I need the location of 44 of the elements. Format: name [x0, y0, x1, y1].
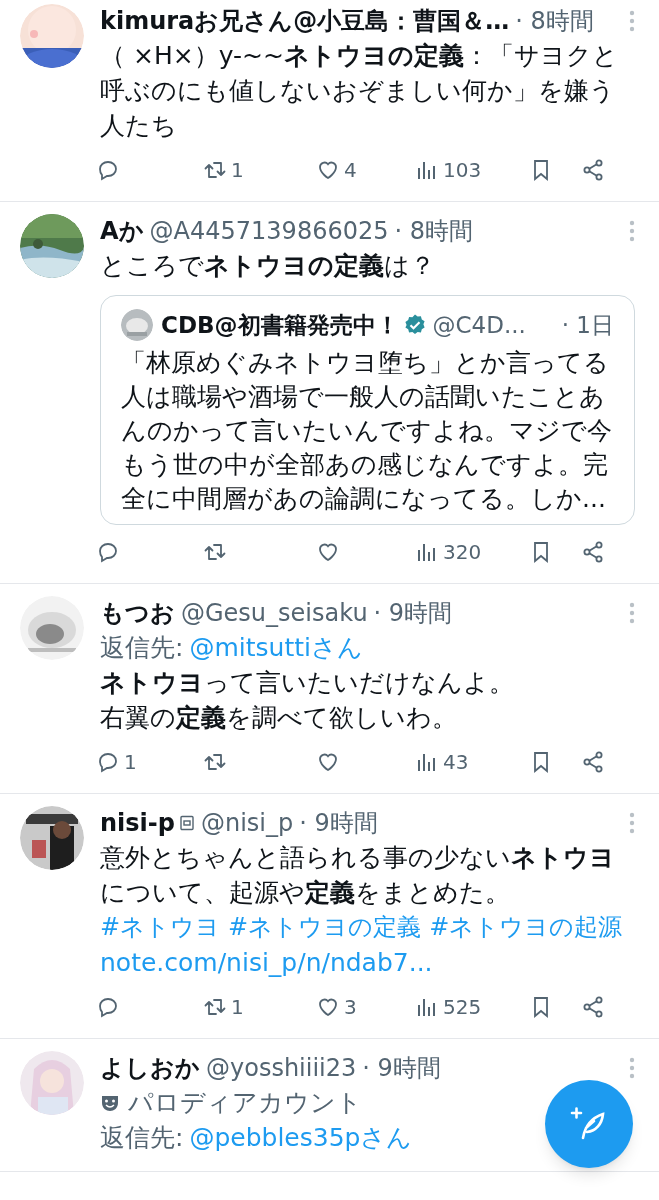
display-name: kimuraお兄さん@小豆島：曹国＆… — [100, 6, 510, 37]
like-button[interactable]: 4 — [316, 155, 415, 185]
display-name: Aか — [100, 216, 144, 247]
parody-label: パロディアカウント — [128, 1087, 362, 1119]
display-name: よしおか — [100, 1053, 200, 1084]
post-time: · 9時間 — [373, 598, 453, 629]
display-name: もつお — [100, 598, 175, 629]
retweet-button[interactable]: 1 — [203, 992, 316, 1022]
reply-icon — [96, 995, 120, 1019]
post-time: · 1日 — [561, 311, 614, 340]
like-button[interactable]: 3 — [316, 992, 415, 1022]
user-handle: @C4D... — [432, 311, 526, 340]
reply-icon — [96, 750, 120, 774]
reply-label: 返信先: — [100, 1123, 184, 1152]
share-icon[interactable] — [581, 540, 605, 564]
views-button[interactable]: 43 — [415, 747, 529, 777]
retweet-button[interactable]: 1 — [203, 155, 316, 185]
share-icon[interactable] — [581, 158, 605, 182]
post-time: · 8時間 — [394, 216, 474, 247]
reply-icon — [96, 540, 120, 564]
quoted-post-card[interactable]: CDB@初書籍発売中！ @C4D... · 1日 「林原めぐみネトウヨ堕ち」とか言ってる人は職場や酒場で一般人の話聞いたことあんのかって言いたいんですよね。マジで今もう世の中が全部あの感じなんですよ。完全に中間層があの論調になってる。しか... — [100, 295, 635, 525]
user-handle: @yosshiiii23 — [206, 1053, 357, 1084]
user-handle: @A4457139866025 — [149, 216, 389, 247]
reply-button[interactable]: 1 — [96, 747, 203, 777]
post-text: 右翼の定義を調べて欲しいわ。 — [100, 702, 458, 734]
post-text: ネトウヨって言いたいだけなんよ。 — [100, 667, 515, 699]
views-button[interactable]: 320 — [415, 537, 529, 567]
post-time: · 8時間 — [515, 6, 594, 37]
views-button[interactable]: 103 — [415, 155, 529, 185]
reply-icon — [96, 158, 120, 182]
display-name: CDB@初書籍発売中！ — [161, 311, 399, 340]
share-icon[interactable] — [581, 750, 605, 774]
post-text: （ ×H×）y-~~ネトウヨの定義：「サヨクと呼ぶのにも値しないおぞましい何か」を嫌う人たち — [100, 40, 619, 142]
reply-label: 返信先: — [100, 633, 184, 662]
quoted-post-text: 「林原めぐみネトウヨ堕ち」とか言ってる人は職場や酒場で一般人の話聞いたことあんのかって言いたいんですよね。マジで今もう世の中が全部あの感じなんですよ。完全に中間層があの論調になってる。しか... — [121, 347, 613, 515]
user-handle: @nisi_p — [200, 808, 294, 839]
post-text: 意外とちゃんと語られる事の少ないネトウヨについて、起源や定義をまとめた。 — [100, 842, 616, 909]
views-button[interactable]: 525 — [415, 992, 529, 1022]
display-name: nisi-p — [100, 808, 175, 839]
post-time: · 9時間 — [362, 1053, 441, 1084]
user-handle: @Gesu_seisaku — [181, 598, 368, 629]
share-icon[interactable] — [581, 995, 605, 1019]
post-text: ところでネトウヨの定義は？ — [100, 250, 436, 282]
post-time: · 9時間 — [299, 808, 378, 839]
